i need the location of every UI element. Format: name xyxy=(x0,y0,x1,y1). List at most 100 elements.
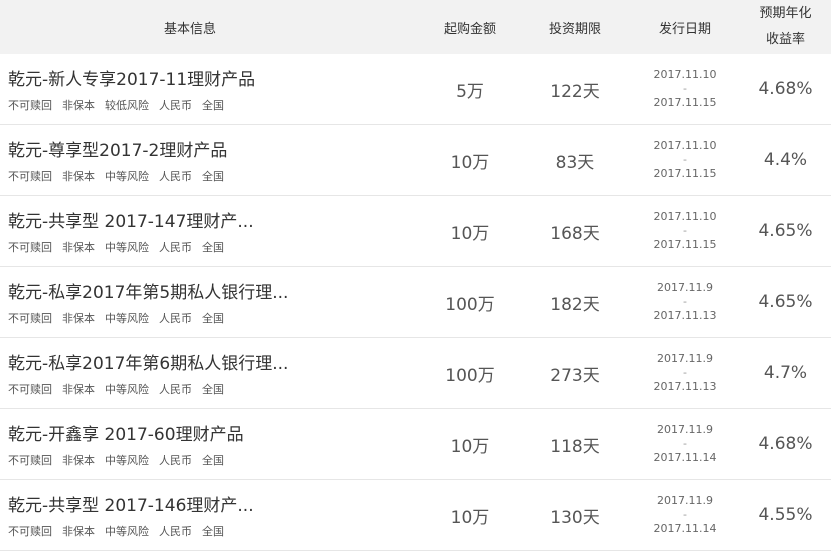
product-tag: 全国 xyxy=(202,454,224,467)
product-tag: 非保本 xyxy=(62,525,95,538)
product-tags: 不可赎回 非保本 中等风险 人民币 全国 xyxy=(8,381,420,397)
product-tag: 人民币 xyxy=(159,99,192,112)
table-row[interactable]: 乾元-开鑫享 2017-60理财产品 不可赎回 非保本 中等风险 人民币 全国 10万 … xyxy=(0,409,831,480)
product-tags: 不可赎回 非保本 中等风险 人民币 全国 xyxy=(8,310,420,326)
product-name-link[interactable]: 乾元-私享2017年第6期私人银行理... xyxy=(8,349,420,374)
issue-date-start: 2017.11.9 xyxy=(657,494,713,507)
product-tag: 人民币 xyxy=(159,525,192,538)
product-name-link[interactable]: 乾元-共享型 2017-147理财产... xyxy=(8,207,420,232)
issue-date-end: 2017.11.15 xyxy=(653,167,717,180)
term: 130天 xyxy=(550,507,600,528)
product-tag: 非保本 xyxy=(62,99,95,112)
product-tags: 不可赎回 非保本 中等风险 人民币 全国 xyxy=(8,452,420,468)
issue-date-start: 2017.11.9 xyxy=(657,281,713,294)
product-tag: 不可赎回 xyxy=(8,312,52,325)
product-tag: 人民币 xyxy=(159,312,192,325)
issue-date-end: 2017.11.14 xyxy=(653,522,717,535)
table-row[interactable]: 乾元-共享型 2017-147理财产... 不可赎回 非保本 中等风险 人民币 全国 1… xyxy=(0,196,831,267)
expected-yield: 4.55% xyxy=(758,505,813,525)
product-name-link[interactable]: 乾元-尊享型2017-2理财产品 xyxy=(8,136,420,161)
product-tags: 不可赎回 非保本 中等风险 人民币 全国 xyxy=(8,168,420,184)
product-tag: 中等风险 xyxy=(105,525,149,538)
product-info: 乾元-开鑫享 2017-60理财产品 不可赎回 非保本 中等风险 人民币 全国 xyxy=(0,420,420,468)
issue-date: 2017.11.10 - 2017.11.15 xyxy=(630,210,740,252)
issue-date-start: 2017.11.10 xyxy=(653,139,717,152)
header-yield-line2: 收益率 xyxy=(765,32,805,47)
product-tag: 不可赎回 xyxy=(8,454,52,467)
product-info: 乾元-私享2017年第5期私人银行理... 不可赎回 非保本 中等风险 人民币 全国 xyxy=(0,278,420,326)
table-row[interactable]: 乾元-私享2017年第6期私人银行理... 不可赎回 非保本 中等风险 人民币 全国 1… xyxy=(0,338,831,409)
term: 118天 xyxy=(550,436,600,457)
product-tags: 不可赎回 非保本 中等风险 人民币 全国 xyxy=(8,523,420,539)
issue-date: 2017.11.9 - 2017.11.13 xyxy=(630,281,740,323)
issue-date: 2017.11.10 - 2017.11.15 xyxy=(630,68,740,110)
product-tag: 全国 xyxy=(202,312,224,325)
issue-date: 2017.11.9 - 2017.11.13 xyxy=(630,352,740,394)
min-amount: 100万 xyxy=(445,294,495,315)
product-tag: 非保本 xyxy=(62,454,95,467)
term: 182天 xyxy=(550,294,600,315)
expected-yield: 4.68% xyxy=(758,79,813,99)
issue-date: 2017.11.9 - 2017.11.14 xyxy=(630,423,740,465)
issue-date-start: 2017.11.10 xyxy=(653,68,717,81)
header-basic-info[interactable]: 基本信息 xyxy=(0,18,420,37)
product-tag: 中等风险 xyxy=(105,312,149,325)
min-amount: 10万 xyxy=(450,507,490,528)
issue-date-separator: - xyxy=(683,508,687,521)
term: 273天 xyxy=(550,365,600,386)
product-tag: 全国 xyxy=(202,383,224,396)
table-row[interactable]: 乾元-共享型 2017-146理财产... 不可赎回 非保本 中等风险 人民币 全国 1… xyxy=(0,480,831,551)
header-term[interactable]: 投资期限 xyxy=(520,18,630,37)
expected-yield: 4.68% xyxy=(758,434,813,454)
product-tag: 中等风险 xyxy=(105,241,149,254)
expected-yield: 4.65% xyxy=(758,292,813,312)
min-amount: 10万 xyxy=(450,223,490,244)
product-info: 乾元-新人专享2017-11理财产品 不可赎回 非保本 较低风险 人民币 全国 xyxy=(0,65,420,113)
issue-date-start: 2017.11.9 xyxy=(657,352,713,365)
product-tag: 中等风险 xyxy=(105,383,149,396)
product-info: 乾元-尊享型2017-2理财产品 不可赎回 非保本 中等风险 人民币 全国 xyxy=(0,136,420,184)
header-yield-line1: 预期年化 xyxy=(759,6,812,21)
product-tag: 不可赎回 xyxy=(8,99,52,112)
product-tags: 不可赎回 非保本 较低风险 人民币 全国 xyxy=(8,97,420,113)
issue-date-end: 2017.11.13 xyxy=(653,380,717,393)
product-tag: 中等风险 xyxy=(105,454,149,467)
product-name-link[interactable]: 乾元-新人专享2017-11理财产品 xyxy=(8,65,420,90)
product-info: 乾元-私享2017年第6期私人银行理... 不可赎回 非保本 中等风险 人民币 全国 xyxy=(0,349,420,397)
table-row[interactable]: 乾元-新人专享2017-11理财产品 不可赎回 非保本 较低风险 人民币 全国 5万 1… xyxy=(0,54,831,125)
table-row[interactable]: 乾元-私享2017年第5期私人银行理... 不可赎回 非保本 中等风险 人民币 全国 1… xyxy=(0,267,831,338)
product-name-link[interactable]: 乾元-开鑫享 2017-60理财产品 xyxy=(8,420,420,445)
product-tag: 人民币 xyxy=(159,241,192,254)
product-tag: 不可赎回 xyxy=(8,170,52,183)
product-tag: 全国 xyxy=(202,525,224,538)
issue-date-start: 2017.11.9 xyxy=(657,423,713,436)
product-tag: 非保本 xyxy=(62,170,95,183)
header-min-amount[interactable]: 起购金额 xyxy=(420,18,520,37)
product-info: 乾元-共享型 2017-147理财产... 不可赎回 非保本 中等风险 人民币 全国 xyxy=(0,207,420,255)
issue-date-separator: - xyxy=(683,437,687,450)
issue-date-end: 2017.11.13 xyxy=(653,309,717,322)
product-tag: 非保本 xyxy=(62,241,95,254)
issue-date-end: 2017.11.14 xyxy=(653,451,717,464)
min-amount: 10万 xyxy=(450,436,490,457)
product-name-link[interactable]: 乾元-共享型 2017-146理财产... xyxy=(8,491,420,516)
header-expected-yield[interactable]: 预期年化 收益率 xyxy=(740,1,831,53)
table-row[interactable]: 乾元-尊享型2017-2理财产品 不可赎回 非保本 中等风险 人民币 全国 10万 83… xyxy=(0,125,831,196)
issue-date-end: 2017.11.15 xyxy=(653,238,717,251)
term: 122天 xyxy=(550,81,600,102)
table-body: 乾元-新人专享2017-11理财产品 不可赎回 非保本 较低风险 人民币 全国 5万 1… xyxy=(0,54,831,551)
min-amount: 100万 xyxy=(445,365,495,386)
product-tag: 全国 xyxy=(202,99,224,112)
issue-date-separator: - xyxy=(683,153,687,166)
product-table: 基本信息 起购金额 投资期限 发行日期 预期年化 收益率 乾元-新人专享2017… xyxy=(0,0,831,551)
expected-yield: 4.65% xyxy=(758,221,813,241)
issue-date-start: 2017.11.10 xyxy=(653,210,717,223)
table-header: 基本信息 起购金额 投资期限 发行日期 预期年化 收益率 xyxy=(0,0,831,54)
product-name-link[interactable]: 乾元-私享2017年第5期私人银行理... xyxy=(8,278,420,303)
issue-date-end: 2017.11.15 xyxy=(653,96,717,109)
term: 168天 xyxy=(550,223,600,244)
issue-date-separator: - xyxy=(683,82,687,95)
product-tag: 全国 xyxy=(202,241,224,254)
product-tag: 不可赎回 xyxy=(8,241,52,254)
header-issue-date[interactable]: 发行日期 xyxy=(630,18,740,37)
